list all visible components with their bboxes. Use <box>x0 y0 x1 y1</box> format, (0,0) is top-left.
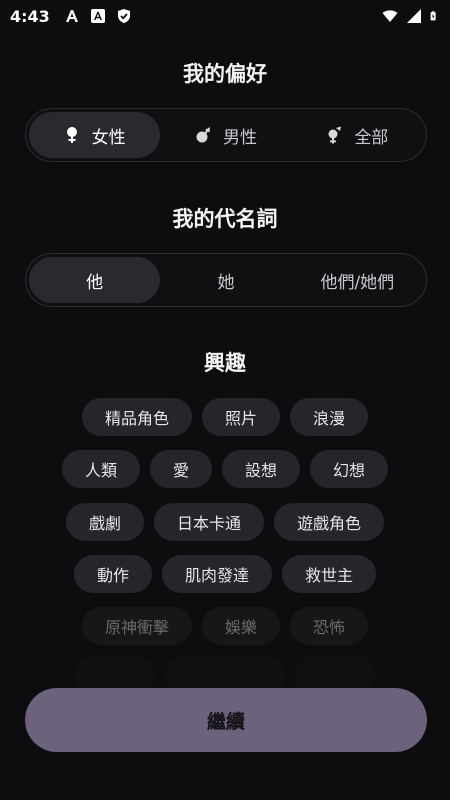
pronoun-option-label: 她 <box>217 272 235 293</box>
battery-charging-icon <box>430 11 436 21</box>
interest-chip[interactable]: 肌肉發達 <box>161 555 272 593</box>
preference-selector: 女性 男性 全部 <box>25 108 427 162</box>
interest-chip[interactable]: 原神衝擊 <box>81 607 192 645</box>
all-genders-icon <box>328 126 342 144</box>
preferences-title: 我的偏好 <box>183 62 267 86</box>
interest-chip[interactable]: 愛 <box>149 450 212 488</box>
pronoun-option-she[interactable]: 她 <box>160 257 291 303</box>
interest-row: 戲劇 日本卡通 遊戲角色 <box>0 503 450 541</box>
interests-title: 興趣 <box>204 351 246 375</box>
preference-option-label: 男性 <box>222 127 257 148</box>
preference-option-female[interactable]: 女性 <box>29 112 161 158</box>
interest-chip[interactable]: 幻想 <box>310 450 389 488</box>
female-icon <box>66 127 77 143</box>
male-icon <box>196 127 210 143</box>
preference-option-label: 全部 <box>354 127 389 148</box>
interest-chip[interactable]: 戲劇 <box>65 503 144 541</box>
interest-chip[interactable]: 救世主 <box>282 555 377 593</box>
interest-chip[interactable]: 動作 <box>73 555 152 593</box>
continue-button[interactable]: 繼續 <box>25 688 427 752</box>
pronouns-title: 我的代名詞 <box>172 207 278 231</box>
status-bar: 4:43 <box>0 0 450 32</box>
interest-chip[interactable]: 人類 <box>61 450 140 488</box>
interest-row: 人類 愛 設想 幻想 <box>0 450 450 488</box>
status-time: 4:43 <box>10 6 50 26</box>
interest-row: 精品角色 照片 浪漫 <box>0 398 450 436</box>
interest-chip[interactable]: 日本卡通 <box>153 503 264 541</box>
system-icons <box>382 8 440 24</box>
interest-row: 動作 肌肉發達 救世主 <box>0 555 450 593</box>
interest-chip[interactable]: 浪漫 <box>290 398 369 436</box>
interest-chip[interactable]: 遊戲角色 <box>274 503 385 541</box>
preference-option-all[interactable]: 全部 <box>292 112 423 158</box>
pronoun-option-he[interactable]: 他 <box>29 257 161 303</box>
pronoun-selector: 他 她 他們/她們 <box>25 253 427 307</box>
interest-chip[interactable]: 娛樂 <box>201 607 280 645</box>
interest-chip[interactable]: 照片 <box>201 398 280 436</box>
wifi-icon <box>382 10 398 22</box>
preference-option-male[interactable]: 男性 <box>160 112 291 158</box>
preference-option-label: 女性 <box>91 127 126 148</box>
shield-check-icon <box>117 9 130 23</box>
pronoun-option-they[interactable]: 他們/她們 <box>292 257 423 303</box>
onboarding-screen: 4:43 我的偏好 女性 男性 全部 我的代名詞 他 她 他們/她們 興趣 精品… <box>0 0 450 800</box>
interest-chip[interactable]: 恐怖 <box>290 607 369 645</box>
signal-icon <box>407 9 421 23</box>
font-a-icon <box>65 10 78 22</box>
interest-row: 原神衝擊 娛樂 恐怖 <box>0 607 450 645</box>
notification-icons <box>64 8 132 24</box>
interest-chip[interactable]: 精品角色 <box>81 398 192 436</box>
pronoun-option-label: 他們/她們 <box>320 272 395 293</box>
pronoun-option-label: 他 <box>86 272 104 293</box>
a-box-icon <box>90 9 105 23</box>
interest-chip[interactable]: 設想 <box>222 450 301 488</box>
